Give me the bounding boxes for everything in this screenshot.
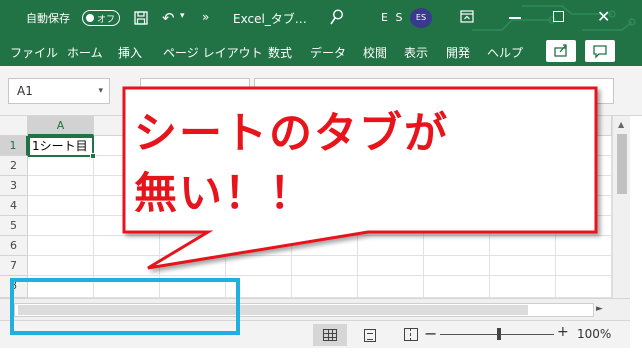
share-icon <box>554 44 567 57</box>
tab-help[interactable]: ヘルプ <box>487 44 523 61</box>
scroll-right-icon[interactable]: ► <box>596 304 603 314</box>
grid-cell[interactable] <box>556 276 612 298</box>
maximize-button[interactable] <box>553 11 564 22</box>
active-cell-a1[interactable]: 1シート目 <box>28 136 96 159</box>
vertical-scrollbar[interactable]: ▲ <box>612 116 630 298</box>
callout-line-1: シートのタブが <box>134 109 449 159</box>
grid-cell[interactable] <box>28 176 94 196</box>
autosave-state: オフ <box>97 15 116 25</box>
column-header-a[interactable]: A <box>28 116 94 136</box>
tab-home[interactable]: ホーム <box>67 44 103 61</box>
title-bar: 自動保存 オフ ↶ ▾ » Excel_タブ… E S ES ✕ <box>0 0 642 36</box>
save-icon[interactable] <box>134 11 148 25</box>
page-break-view-icon[interactable] <box>404 328 418 341</box>
zoom-slider-thumb[interactable] <box>497 328 501 340</box>
tab-insert[interactable]: 挿入 <box>118 44 142 61</box>
undo-dropdown-icon[interactable]: ▾ <box>180 11 185 21</box>
tab-developer[interactable]: 開発 <box>446 44 470 61</box>
zoom-out-button[interactable]: − <box>424 324 437 343</box>
close-button[interactable]: ✕ <box>597 7 610 26</box>
row-header-5[interactable]: 5 <box>0 216 28 236</box>
tab-data[interactable]: データ <box>310 44 346 61</box>
grid-cell[interactable] <box>358 276 424 298</box>
grid-cell[interactable] <box>28 216 94 236</box>
callout-line-2: 無い！！ <box>134 169 314 219</box>
grid-cell[interactable] <box>292 276 358 298</box>
normal-view-icon <box>323 329 337 341</box>
row-header-3[interactable]: 3 <box>0 176 28 196</box>
select-all-corner[interactable] <box>0 116 28 136</box>
circuit-pattern-decoration <box>472 5 636 31</box>
tab-view[interactable]: 表示 <box>404 44 428 61</box>
undo-icon[interactable]: ↶ <box>162 9 175 27</box>
tab-formulas[interactable]: 数式 <box>268 44 292 61</box>
tab-page-layout[interactable]: ページ レイアウト <box>163 44 263 61</box>
minimize-button[interactable] <box>509 17 521 19</box>
callout-message: シートのタブが 無い！！ <box>134 104 594 224</box>
grid-cell[interactable] <box>28 256 94 276</box>
share-button[interactable] <box>546 40 576 62</box>
vertical-scroll-thumb[interactable] <box>617 134 627 194</box>
ribbon-display-icon[interactable] <box>460 10 474 23</box>
row-header-7[interactable]: 7 <box>0 256 28 276</box>
chevron-down-icon[interactable]: ▾ <box>98 86 103 96</box>
row-header-1[interactable]: 1 <box>0 136 28 156</box>
row-header-6[interactable]: 6 <box>0 236 28 256</box>
grid-cell[interactable] <box>28 236 94 256</box>
normal-view-button[interactable] <box>313 324 347 346</box>
zoom-level[interactable]: 100% <box>577 327 611 341</box>
grid-cell[interactable] <box>28 196 94 216</box>
missing-sheet-tabs-highlight <box>10 278 240 335</box>
row-header-4[interactable]: 4 <box>0 196 28 216</box>
tab-review[interactable]: 校閲 <box>363 44 387 61</box>
fill-handle[interactable] <box>90 153 96 159</box>
zoom-in-button[interactable]: + <box>557 324 569 340</box>
autosave-toggle[interactable]: オフ <box>82 10 120 26</box>
comments-button[interactable] <box>585 40 615 62</box>
user-initials: E S <box>381 11 405 24</box>
autosave-label: 自動保存 <box>26 12 70 25</box>
grid-cell[interactable] <box>490 276 556 298</box>
toggle-knob <box>86 13 94 22</box>
search-icon[interactable] <box>330 9 344 25</box>
name-box[interactable]: A1 ▾ <box>8 78 110 104</box>
scroll-up-icon[interactable]: ▲ <box>618 120 624 129</box>
file-name[interactable]: Excel_タブ… <box>233 10 307 27</box>
more-commands-icon[interactable]: » <box>202 10 209 24</box>
tab-file[interactable]: ファイル <box>10 44 58 61</box>
cell-a1-value: 1シート目 <box>32 139 88 153</box>
grid-cell[interactable] <box>28 156 94 176</box>
name-box-value: A1 <box>17 84 33 98</box>
bottom-margin <box>0 348 642 357</box>
comment-icon <box>593 45 607 59</box>
grid-cell[interactable] <box>424 276 490 298</box>
avatar[interactable]: ES <box>410 8 432 28</box>
page-layout-view-icon[interactable] <box>364 329 376 342</box>
row-header-2[interactable]: 2 <box>0 156 28 176</box>
